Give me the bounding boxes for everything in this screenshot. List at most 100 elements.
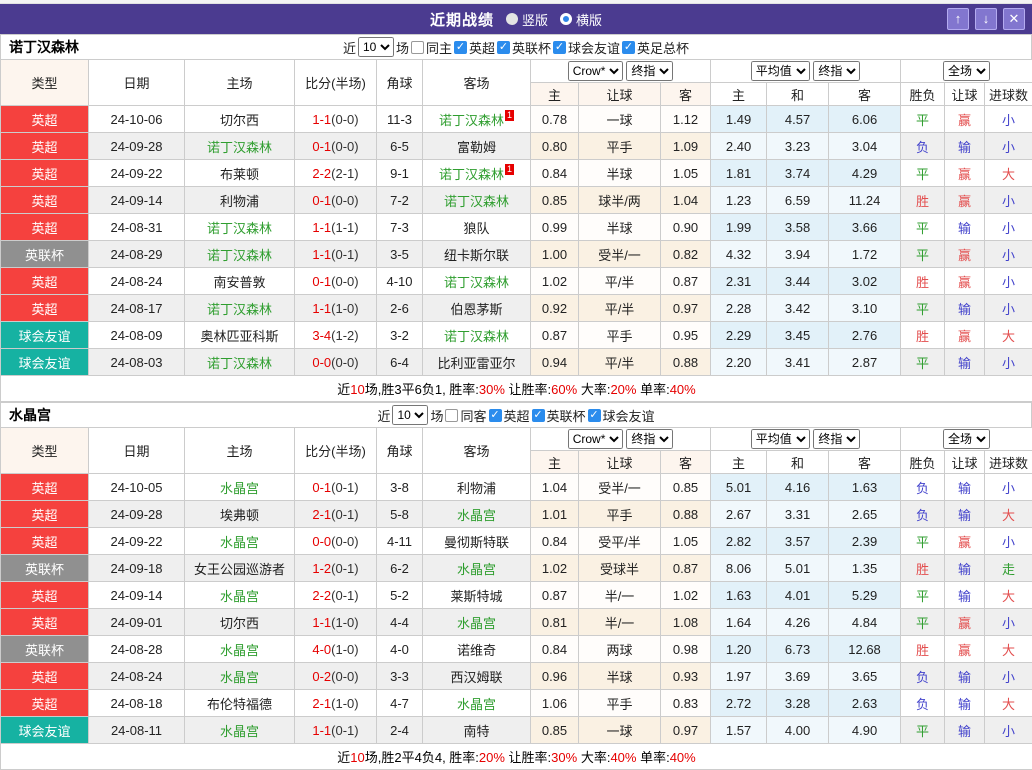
same-side-checkbox[interactable] — [445, 409, 458, 422]
close-button[interactable]: ✕ — [1003, 8, 1025, 30]
ah-stage-select[interactable]: 终指 — [626, 61, 673, 81]
away-team: 诺丁汉森林 — [423, 322, 531, 349]
eu-away-odds: 4.84 — [829, 609, 901, 636]
halftime-score: (0-1) — [331, 507, 358, 522]
eu-away-odds: 4.90 — [829, 717, 901, 744]
league-checkbox[interactable]: ✓ — [588, 409, 601, 422]
fulltime-score: 1-1 — [312, 615, 331, 630]
same-side-checkbox[interactable] — [411, 41, 424, 54]
ah-company-select[interactable]: Crow* — [568, 429, 623, 449]
red-card-badge: 1 — [505, 110, 514, 121]
result-outcome: 胜 — [901, 268, 945, 295]
eu-company-select[interactable]: 平均值 — [751, 61, 810, 81]
recent-count-select[interactable]: 10 — [392, 405, 428, 425]
home-team: 布莱顿 — [185, 160, 295, 187]
eu-company-select[interactable]: 平均值 — [751, 429, 810, 449]
eu-draw-odds: 3.42 — [767, 295, 829, 322]
result-handicap: 赢 — [945, 241, 985, 268]
eu-stage-select[interactable]: 终指 — [813, 61, 860, 81]
col-eu-home: 主 — [711, 451, 767, 474]
result-handicap: 赢 — [945, 322, 985, 349]
eu-draw-odds: 3.74 — [767, 160, 829, 187]
col-result-wdl: 胜负 — [901, 451, 945, 474]
eu-home-odds: 1.97 — [711, 663, 767, 690]
result-outcome: 胜 — [901, 187, 945, 214]
eu-away-odds: 2.65 — [829, 501, 901, 528]
ah-odds-selects: Crow* 终指 — [531, 60, 711, 83]
match-row: 英超24-08-17诺丁汉森林1-1(1-0)2-6伯恩茅斯0.92平/半0.9… — [1, 295, 1032, 322]
match-score: 0-1(0-0) — [295, 187, 377, 214]
league-badge: 英超 — [1, 133, 89, 160]
horizontal-layout-radio[interactable] — [560, 13, 572, 25]
ah-home-odds: 0.84 — [531, 636, 579, 663]
halftime-score: (1-0) — [331, 642, 358, 657]
league-badge: 英超 — [1, 106, 89, 133]
away-team-name: 水晶宫 — [457, 508, 496, 523]
ah-home-odds: 0.84 — [531, 528, 579, 555]
eu-home-odds: 2.67 — [711, 501, 767, 528]
col-date: 日期 — [89, 428, 185, 474]
ah-line: 一球 — [579, 106, 661, 133]
match-row: 英联杯24-09-18女王公园巡游者1-2(0-1)6-2水晶宫1.02受球半0… — [1, 555, 1032, 582]
league-checkbox[interactable]: ✓ — [497, 41, 510, 54]
corner-score: 9-1 — [377, 160, 423, 187]
eu-draw-odds: 3.69 — [767, 663, 829, 690]
team-filter-bar: 诺丁汉森林 近10场同主✓英超✓英联杯✓球会友谊✓英足总杯 — [0, 34, 1032, 59]
result-handicap: 输 — [945, 133, 985, 160]
ah-line: 半球 — [579, 160, 661, 187]
result-handicap: 赢 — [945, 636, 985, 663]
ah-company-select[interactable]: Crow* — [568, 61, 623, 81]
ah-home-odds: 0.99 — [531, 214, 579, 241]
league-checkbox-label: 英联杯 — [512, 38, 551, 57]
col-score: 比分(半场) — [295, 428, 377, 474]
window-buttons: ↑ ↓ ✕ — [947, 8, 1025, 30]
ah-home-odds: 1.02 — [531, 555, 579, 582]
recent-count-select[interactable]: 10 — [358, 37, 394, 57]
away-team-name: 纽卡斯尔联 — [444, 248, 509, 263]
away-team-name: 西汉姆联 — [450, 670, 502, 685]
home-team-name: 水晶宫 — [220, 535, 259, 550]
eu-home-odds: 1.64 — [711, 609, 767, 636]
ah-away-odds: 0.97 — [661, 295, 711, 322]
eu-draw-odds: 4.57 — [767, 106, 829, 133]
ah-line: 受球半 — [579, 555, 661, 582]
col-result-goals: 进球数 — [985, 451, 1032, 474]
summary-segment: 10 — [350, 382, 364, 397]
result-scope-select[interactable]: 全场 — [943, 429, 990, 449]
scroll-down-button[interactable]: ↓ — [975, 8, 997, 30]
home-team: 水晶宫 — [185, 582, 295, 609]
ah-away-odds: 1.05 — [661, 160, 711, 187]
fulltime-score: 2-2 — [312, 588, 331, 603]
corner-score: 5-2 — [377, 582, 423, 609]
league-badge: 英超 — [1, 501, 89, 528]
fulltime-score: 4-0 — [312, 642, 331, 657]
home-team: 布伦特福德 — [185, 690, 295, 717]
eu-stage-select[interactable]: 终指 — [813, 429, 860, 449]
summary-segment: 近 — [337, 382, 350, 397]
ah-stage-select[interactable]: 终指 — [626, 429, 673, 449]
corner-score: 4-0 — [377, 636, 423, 663]
scroll-up-button[interactable]: ↑ — [947, 8, 969, 30]
horizontal-layout-label: 横版 — [576, 10, 602, 29]
home-team-name: 水晶宫 — [220, 589, 259, 604]
ah-away-odds: 0.87 — [661, 555, 711, 582]
league-checkbox[interactable]: ✓ — [489, 409, 502, 422]
result-goals: 小 — [985, 295, 1032, 322]
vertical-layout-radio[interactable] — [506, 13, 518, 25]
ah-away-odds: 0.90 — [661, 214, 711, 241]
league-checkbox[interactable]: ✓ — [454, 41, 467, 54]
home-team-name: 诺丁汉森林 — [207, 302, 272, 317]
match-date: 24-09-01 — [89, 609, 185, 636]
league-checkbox[interactable]: ✓ — [553, 41, 566, 54]
match-score: 2-1(1-0) — [295, 690, 377, 717]
col-ah-line: 让球 — [579, 451, 661, 474]
eu-draw-odds: 3.31 — [767, 501, 829, 528]
league-badge: 球会友谊 — [1, 349, 89, 376]
ah-home-odds: 0.87 — [531, 322, 579, 349]
eu-away-odds: 4.29 — [829, 160, 901, 187]
league-checkbox[interactable]: ✓ — [532, 409, 545, 422]
league-checkbox[interactable]: ✓ — [622, 41, 635, 54]
ah-away-odds: 1.02 — [661, 582, 711, 609]
ah-home-odds: 1.02 — [531, 268, 579, 295]
result-scope-select[interactable]: 全场 — [943, 61, 990, 81]
